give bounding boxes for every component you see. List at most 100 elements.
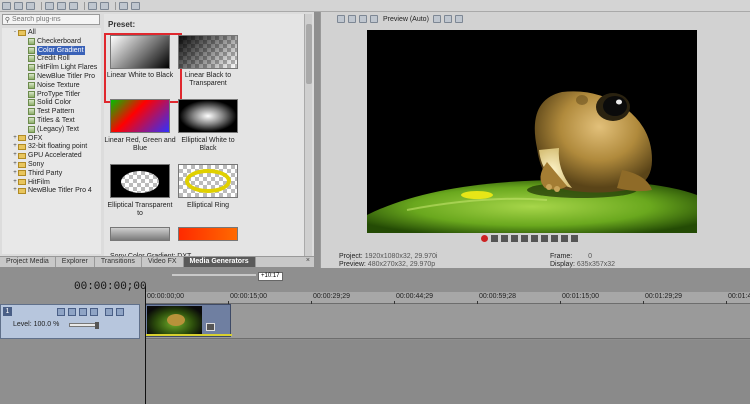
tree-item[interactable]: HitFilm Light Flares xyxy=(22,63,97,72)
tab-transitions[interactable]: Transitions xyxy=(95,257,142,267)
plugin-tree: - All Checkerboard Color Gradient Credit Rol… xyxy=(2,28,101,254)
tree-item[interactable]: + OFX xyxy=(12,134,42,143)
preset-thumb-elliptical-ring[interactable] xyxy=(178,164,238,198)
level-slider[interactable] xyxy=(69,322,99,329)
tree-item[interactable]: + HitFilm xyxy=(12,178,50,187)
save-snapshot-icon[interactable] xyxy=(454,15,463,23)
playhead[interactable] xyxy=(145,286,146,404)
plugin-icon xyxy=(28,90,35,98)
preset-label: Linear Black to Transparent xyxy=(184,72,232,87)
solo-icon[interactable] xyxy=(116,308,124,316)
track-fx-icon[interactable] xyxy=(68,308,76,316)
clip-frog xyxy=(167,314,185,326)
preview-settings-icon[interactable] xyxy=(337,15,345,23)
cut-icon[interactable] xyxy=(45,1,54,10)
loop-region-bar[interactable] xyxy=(172,274,256,276)
preset-thumb-elliptical-transparent[interactable] xyxy=(110,164,170,198)
record-icon[interactable] xyxy=(481,235,488,242)
tab-video-fx[interactable]: Video FX xyxy=(142,257,184,267)
preset-thumb-linear-black-to-transparent[interactable] xyxy=(178,35,238,69)
tree-item[interactable]: Titles & Text xyxy=(22,116,75,125)
compositing-icon[interactable] xyxy=(79,308,87,316)
tree-item[interactable]: + GPU Accelerated xyxy=(12,151,82,160)
timeline-clip[interactable] xyxy=(145,304,232,337)
external-monitor-icon[interactable] xyxy=(348,15,356,23)
tree-item[interactable]: Color Gradient xyxy=(22,45,85,55)
preset-thumb-linear-rgb[interactable] xyxy=(110,99,170,133)
level-slider-handle[interactable] xyxy=(95,322,99,329)
project-value: 1920x1080x32, 29.970i xyxy=(364,253,438,260)
close-icon[interactable]: × xyxy=(306,257,310,264)
tab-project-media[interactable]: Project Media xyxy=(0,257,56,267)
plugin-icon xyxy=(28,37,35,45)
preset-scrollbar[interactable] xyxy=(304,14,312,256)
search-icon: ⚲ xyxy=(4,16,11,24)
play-icon[interactable] xyxy=(511,235,518,242)
tree-item-label: OFX xyxy=(28,134,43,142)
save-icon[interactable] xyxy=(26,1,35,10)
go-to-end-icon[interactable] xyxy=(551,235,558,242)
preset-thumb-elliptical-white-to-black[interactable] xyxy=(178,99,238,133)
tree-item[interactable]: Solid Color xyxy=(22,98,71,107)
overlays-icon[interactable] xyxy=(432,15,441,23)
properties-icon[interactable] xyxy=(119,1,128,10)
tree-item-label: Solid Color xyxy=(37,99,72,107)
tree-item-label: GPU Accelerated xyxy=(28,152,82,160)
help-icon[interactable] xyxy=(131,1,140,10)
open-icon[interactable] xyxy=(14,1,23,10)
ruler-label: 00:00:59;28 xyxy=(479,293,516,300)
pause-icon[interactable] xyxy=(521,235,528,242)
more-icon[interactable] xyxy=(90,308,98,316)
preview-quality-icon[interactable] xyxy=(370,15,378,23)
plugin-icon xyxy=(28,55,35,63)
play-from-start-icon[interactable] xyxy=(501,235,508,242)
preset-thumb-partial[interactable] xyxy=(178,227,238,241)
tree-item[interactable]: +32-bit floating point xyxy=(12,142,87,151)
next-frame-icon[interactable] xyxy=(571,235,578,242)
undo-icon[interactable] xyxy=(88,1,97,10)
scrollbar-thumb[interactable] xyxy=(306,24,312,84)
tree-item-label: All xyxy=(28,29,36,36)
go-to-start-icon[interactable] xyxy=(541,235,548,242)
copy-icon[interactable] xyxy=(57,1,66,10)
new-project-icon[interactable] xyxy=(2,1,11,10)
timeline-empty-area[interactable] xyxy=(145,340,750,404)
loop-playback-icon[interactable] xyxy=(491,235,498,242)
paste-icon[interactable] xyxy=(69,1,78,10)
video-track-lane[interactable] xyxy=(145,304,750,339)
preset-thumb-partial[interactable] xyxy=(110,227,170,241)
search-input[interactable] xyxy=(12,15,98,24)
event-fx-icon[interactable] xyxy=(206,323,215,331)
tree-item[interactable]: + NewBlue Titler Pro 4 xyxy=(12,186,92,195)
tree-item[interactable]: ProType Titler xyxy=(22,90,80,99)
tree-item[interactable]: + Third Party xyxy=(12,169,62,178)
tree-item[interactable]: (Legacy) Text xyxy=(22,125,79,134)
mute-icon[interactable] xyxy=(105,308,113,316)
display-label: Display: xyxy=(550,261,575,268)
previous-frame-icon[interactable] xyxy=(561,235,568,242)
timecode-display: 00:00:00;00 xyxy=(74,281,147,293)
motion-icon[interactable] xyxy=(57,308,65,316)
tree-item[interactable]: Credit Roll xyxy=(22,54,70,63)
split-screen-icon[interactable] xyxy=(359,15,367,23)
tree-item[interactable]: Noise Texture xyxy=(22,81,80,90)
copy-snapshot-icon[interactable] xyxy=(443,15,452,23)
tab-explorer[interactable]: Explorer xyxy=(56,257,95,267)
plugin-icon xyxy=(28,46,35,54)
redo-icon[interactable] xyxy=(100,1,109,10)
preview-value: 480x270x32, 29.970p xyxy=(367,261,436,268)
tree-item[interactable]: - All xyxy=(12,28,36,37)
folder-icon xyxy=(18,179,26,186)
tab-media-generators[interactable]: Media Generators xyxy=(183,257,256,267)
time-ruler[interactable]: 00:00:00;00 00:00:15;00 00:00:29;29 00:00:4… xyxy=(145,292,750,304)
tree-item[interactable]: Checkerboard xyxy=(22,37,81,46)
folder-icon xyxy=(18,187,26,194)
main-toolbar xyxy=(0,0,750,12)
plugin-icon xyxy=(28,108,35,116)
stop-icon[interactable] xyxy=(531,235,538,242)
tree-item[interactable]: + Sony xyxy=(12,160,44,169)
tree-item[interactable]: NewBlue Titler Pro xyxy=(22,72,95,81)
preview-quality-dropdown[interactable]: Preview (Auto) xyxy=(383,16,429,23)
tree-item[interactable]: Test Pattern xyxy=(22,107,74,116)
video-track-header[interactable]: 1 Level: 100.0 % xyxy=(0,304,140,339)
